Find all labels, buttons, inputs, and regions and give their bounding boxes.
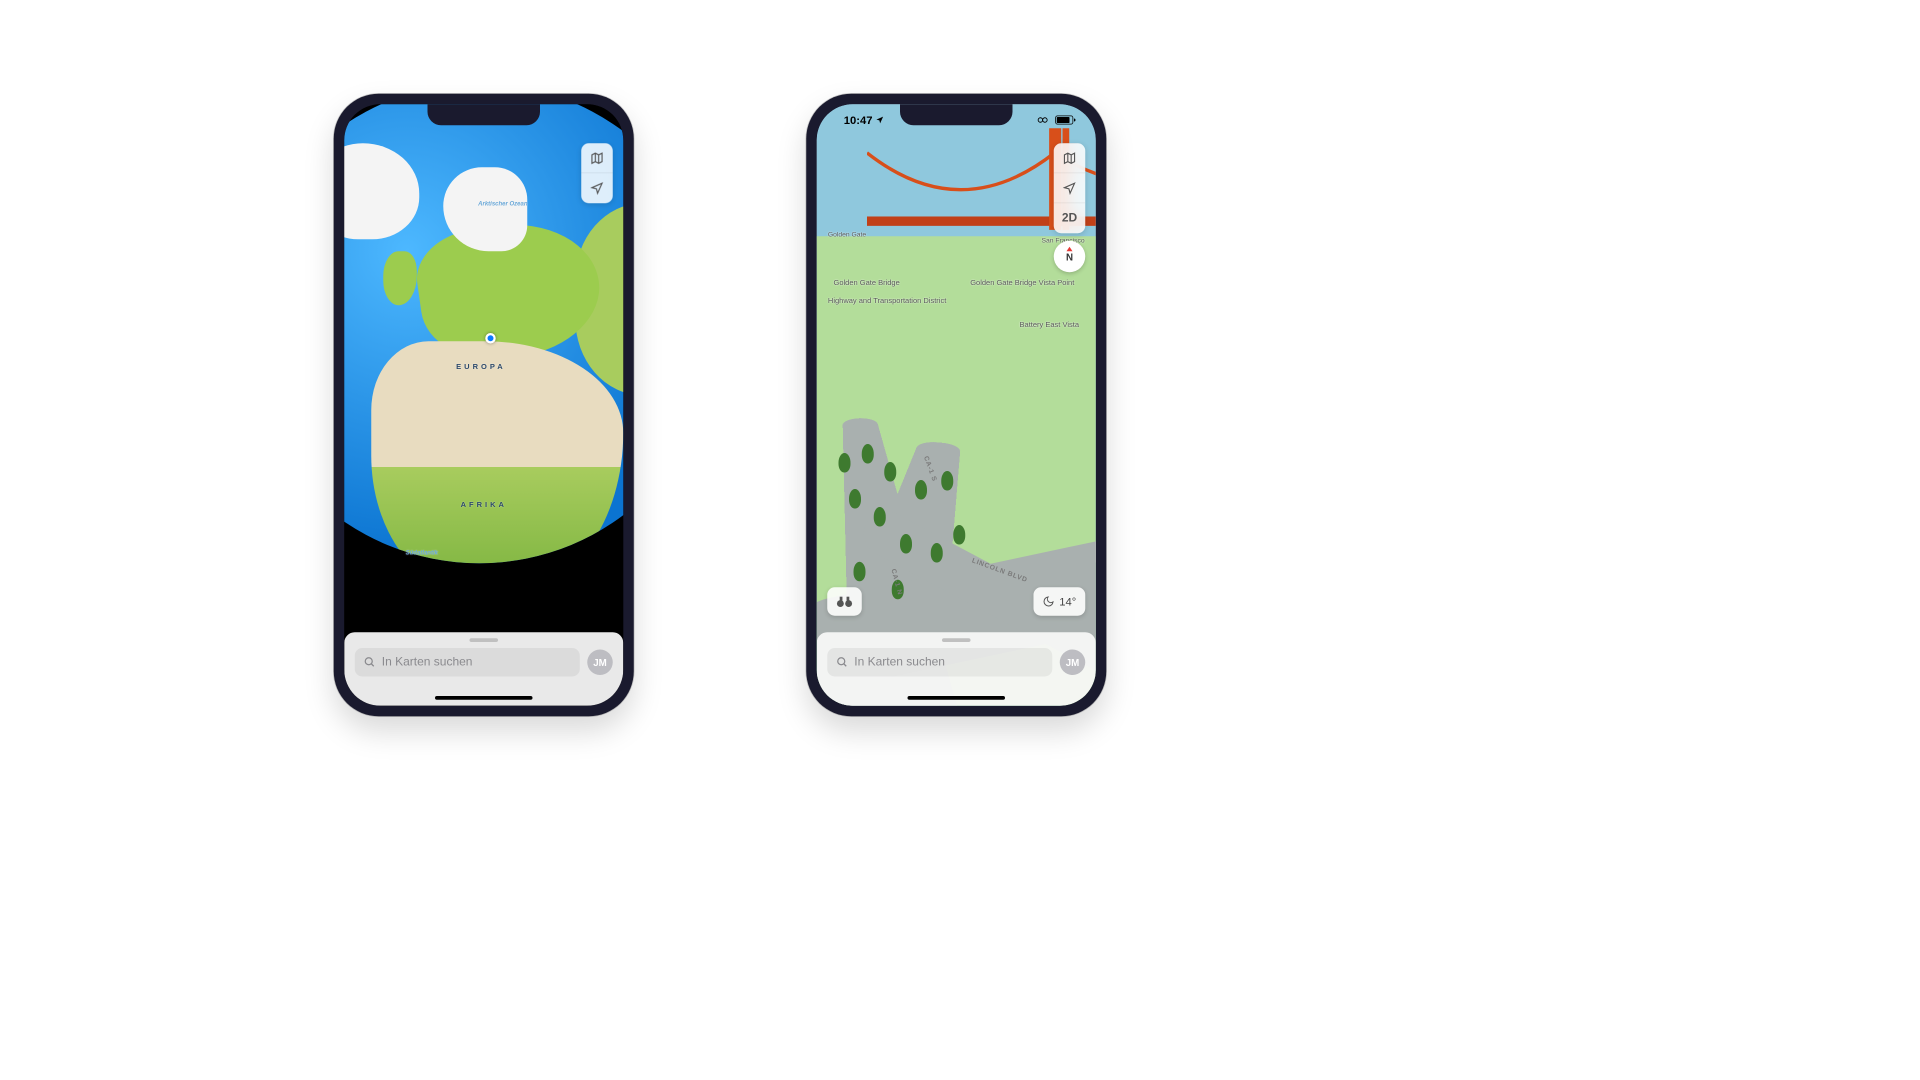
- status-time: 10:47: [844, 114, 873, 127]
- moon-icon: [1043, 596, 1055, 608]
- map-mode-button[interactable]: [1054, 143, 1086, 173]
- battery-icon: [1055, 116, 1073, 125]
- phone-globe: Arktischer Ozean EUROPA AFRIKA Südatlant…: [334, 94, 634, 717]
- ocean-label-arctic: Arktischer Ozean: [478, 200, 527, 207]
- toggle-2d-button[interactable]: 2D: [1054, 203, 1086, 233]
- sheet-grabber[interactable]: [470, 638, 499, 642]
- search-input[interactable]: In Karten suchen: [355, 648, 580, 677]
- link-icon: [1037, 116, 1051, 125]
- compass-button[interactable]: N: [1054, 241, 1086, 273]
- ocean-label-sudatlantik: Südatlantik: [406, 549, 438, 556]
- map-controls: [581, 143, 613, 203]
- look-around-button[interactable]: [827, 587, 862, 616]
- binoculars-icon: [836, 595, 853, 609]
- poi-battery-vista[interactable]: Battery East Vista: [1020, 321, 1079, 329]
- map-icon: [1063, 151, 1077, 165]
- home-indicator[interactable]: [435, 696, 533, 700]
- status-bar: 10:47: [817, 104, 1096, 136]
- locate-button[interactable]: [1054, 173, 1086, 203]
- phone-3d-map: 10:47: [806, 94, 1106, 717]
- search-icon: [836, 656, 848, 668]
- search-sheet[interactable]: In Karten suchen JM: [817, 632, 1096, 706]
- compass-label: N: [1066, 251, 1073, 262]
- poi-hwy-district[interactable]: Highway and Transportation District: [828, 297, 946, 305]
- search-sheet[interactable]: In Karten suchen JM: [344, 632, 623, 706]
- weather-temp: 14°: [1059, 595, 1076, 608]
- map-icon: [590, 151, 604, 165]
- map-controls: 2D: [1054, 143, 1086, 233]
- location-arrow-icon: [590, 182, 604, 196]
- poi-gg-vista[interactable]: Golden Gate Bridge Vista Point: [970, 279, 1074, 287]
- continent-label-afrika: AFRIKA: [461, 501, 507, 509]
- search-placeholder: In Karten suchen: [854, 656, 945, 670]
- profile-avatar[interactable]: JM: [587, 650, 613, 676]
- poi-golden-gate[interactable]: Golden Gate: [828, 231, 866, 239]
- weather-chip[interactable]: 14°: [1034, 587, 1086, 616]
- user-location-dot: [485, 333, 496, 344]
- sheet-grabber[interactable]: [942, 638, 971, 642]
- locate-button[interactable]: [581, 173, 613, 203]
- home-indicator[interactable]: [908, 696, 1006, 700]
- continent-label-europa: EUROPA: [456, 363, 506, 371]
- location-services-icon: [876, 116, 885, 125]
- location-arrow-icon: [1063, 181, 1077, 195]
- profile-avatar[interactable]: JM: [1060, 650, 1086, 676]
- search-input[interactable]: In Karten suchen: [827, 648, 1052, 677]
- map-mode-button[interactable]: [581, 143, 613, 173]
- search-icon: [364, 656, 376, 668]
- poi-golden-gate-bridge[interactable]: Golden Gate Bridge: [833, 279, 899, 287]
- search-placeholder: In Karten suchen: [382, 656, 473, 670]
